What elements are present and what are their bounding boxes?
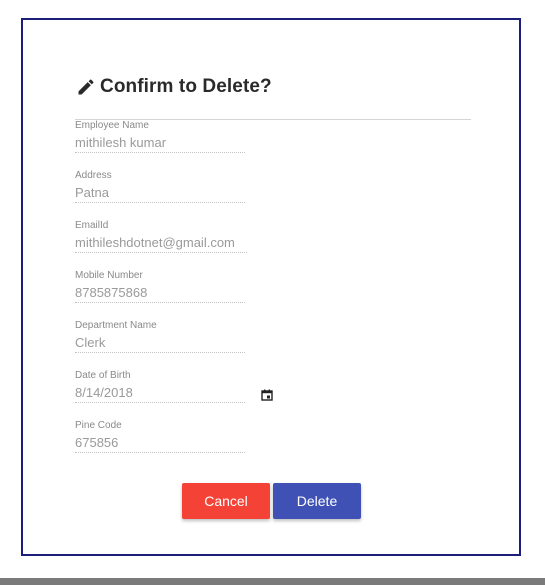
department-name-field: Department Name	[75, 320, 245, 353]
email-input[interactable]	[75, 234, 247, 253]
pin-code-input[interactable]	[75, 434, 245, 453]
pin-code-field: Pine Code	[75, 420, 245, 453]
confirm-delete-dialog: Confirm to Delete? Employee Name Address…	[21, 18, 521, 556]
department-name-input[interactable]	[75, 334, 245, 353]
cancel-button[interactable]: Cancel	[182, 483, 270, 519]
date-of-birth-field: Date of Birth	[75, 370, 275, 403]
date-input-wrapper	[75, 384, 275, 403]
email-field: EmailId	[75, 220, 247, 253]
bottom-scroll-bar	[0, 578, 545, 585]
delete-button[interactable]: Delete	[273, 483, 361, 519]
email-label: EmailId	[75, 220, 109, 231]
address-input[interactable]	[75, 184, 245, 203]
dialog-header: Confirm to Delete?	[76, 76, 272, 98]
department-name-label: Department Name	[75, 320, 157, 331]
calendar-icon[interactable]	[261, 388, 273, 401]
employee-name-label: Employee Name	[75, 120, 149, 131]
mobile-number-input[interactable]	[75, 284, 245, 303]
date-of-birth-label: Date of Birth	[75, 370, 131, 381]
dialog-title: Confirm to Delete?	[100, 76, 272, 97]
employee-name-input[interactable]	[75, 134, 245, 153]
address-field: Address	[75, 170, 245, 203]
date-of-birth-input[interactable]	[75, 384, 245, 403]
pencil-icon	[76, 77, 96, 97]
address-label: Address	[75, 170, 112, 181]
mobile-number-field: Mobile Number	[75, 270, 245, 303]
mobile-number-label: Mobile Number	[75, 270, 143, 281]
employee-name-field: Employee Name	[75, 120, 245, 153]
pin-code-label: Pine Code	[75, 420, 122, 431]
page: Confirm to Delete? Employee Name Address…	[0, 0, 545, 585]
